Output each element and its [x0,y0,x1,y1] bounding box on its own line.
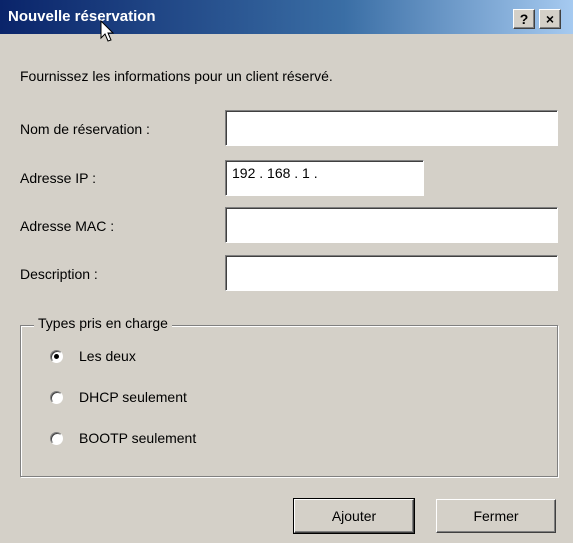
intro-text: Fournissez les informations pour un clie… [20,68,333,84]
radio-dhcp-only-indicator[interactable] [50,390,63,404]
close-dialog-button[interactable]: Fermer [436,499,556,533]
mouse-cursor-icon [100,20,114,42]
reservation-name-field[interactable] [225,110,558,146]
radio-bootp-only-indicator[interactable] [50,431,63,445]
ip-address-field[interactable]: 192 . 168 . 1 . [225,160,424,196]
description-field[interactable] [225,255,558,291]
radio-both-indicator[interactable] [50,349,63,363]
radio-bootp-only-label: BOOTP seulement [79,430,197,446]
help-button[interactable]: ? [513,9,535,29]
description-label: Description : [20,266,98,282]
radio-both[interactable]: Les deux [50,346,136,366]
radio-dhcp-only-label: DHCP seulement [79,389,187,405]
mac-address-field[interactable] [225,207,558,243]
close-button[interactable]: × [539,9,561,29]
window-title: Nouvelle réservation [8,8,156,25]
mac-address-label: Adresse MAC : [20,218,115,234]
reservation-name-label: Nom de réservation : [20,121,150,137]
title-bar[interactable]: Nouvelle réservation ? × [0,0,573,42]
radio-bootp-only[interactable]: BOOTP seulement [50,428,196,448]
radio-both-label: Les deux [79,348,136,364]
supported-types-legend: Types pris en charge [34,315,172,331]
ip-address-label: Adresse IP : [20,170,97,186]
radio-dhcp-only[interactable]: DHCP seulement [50,387,187,407]
add-button[interactable]: Ajouter [293,498,415,534]
